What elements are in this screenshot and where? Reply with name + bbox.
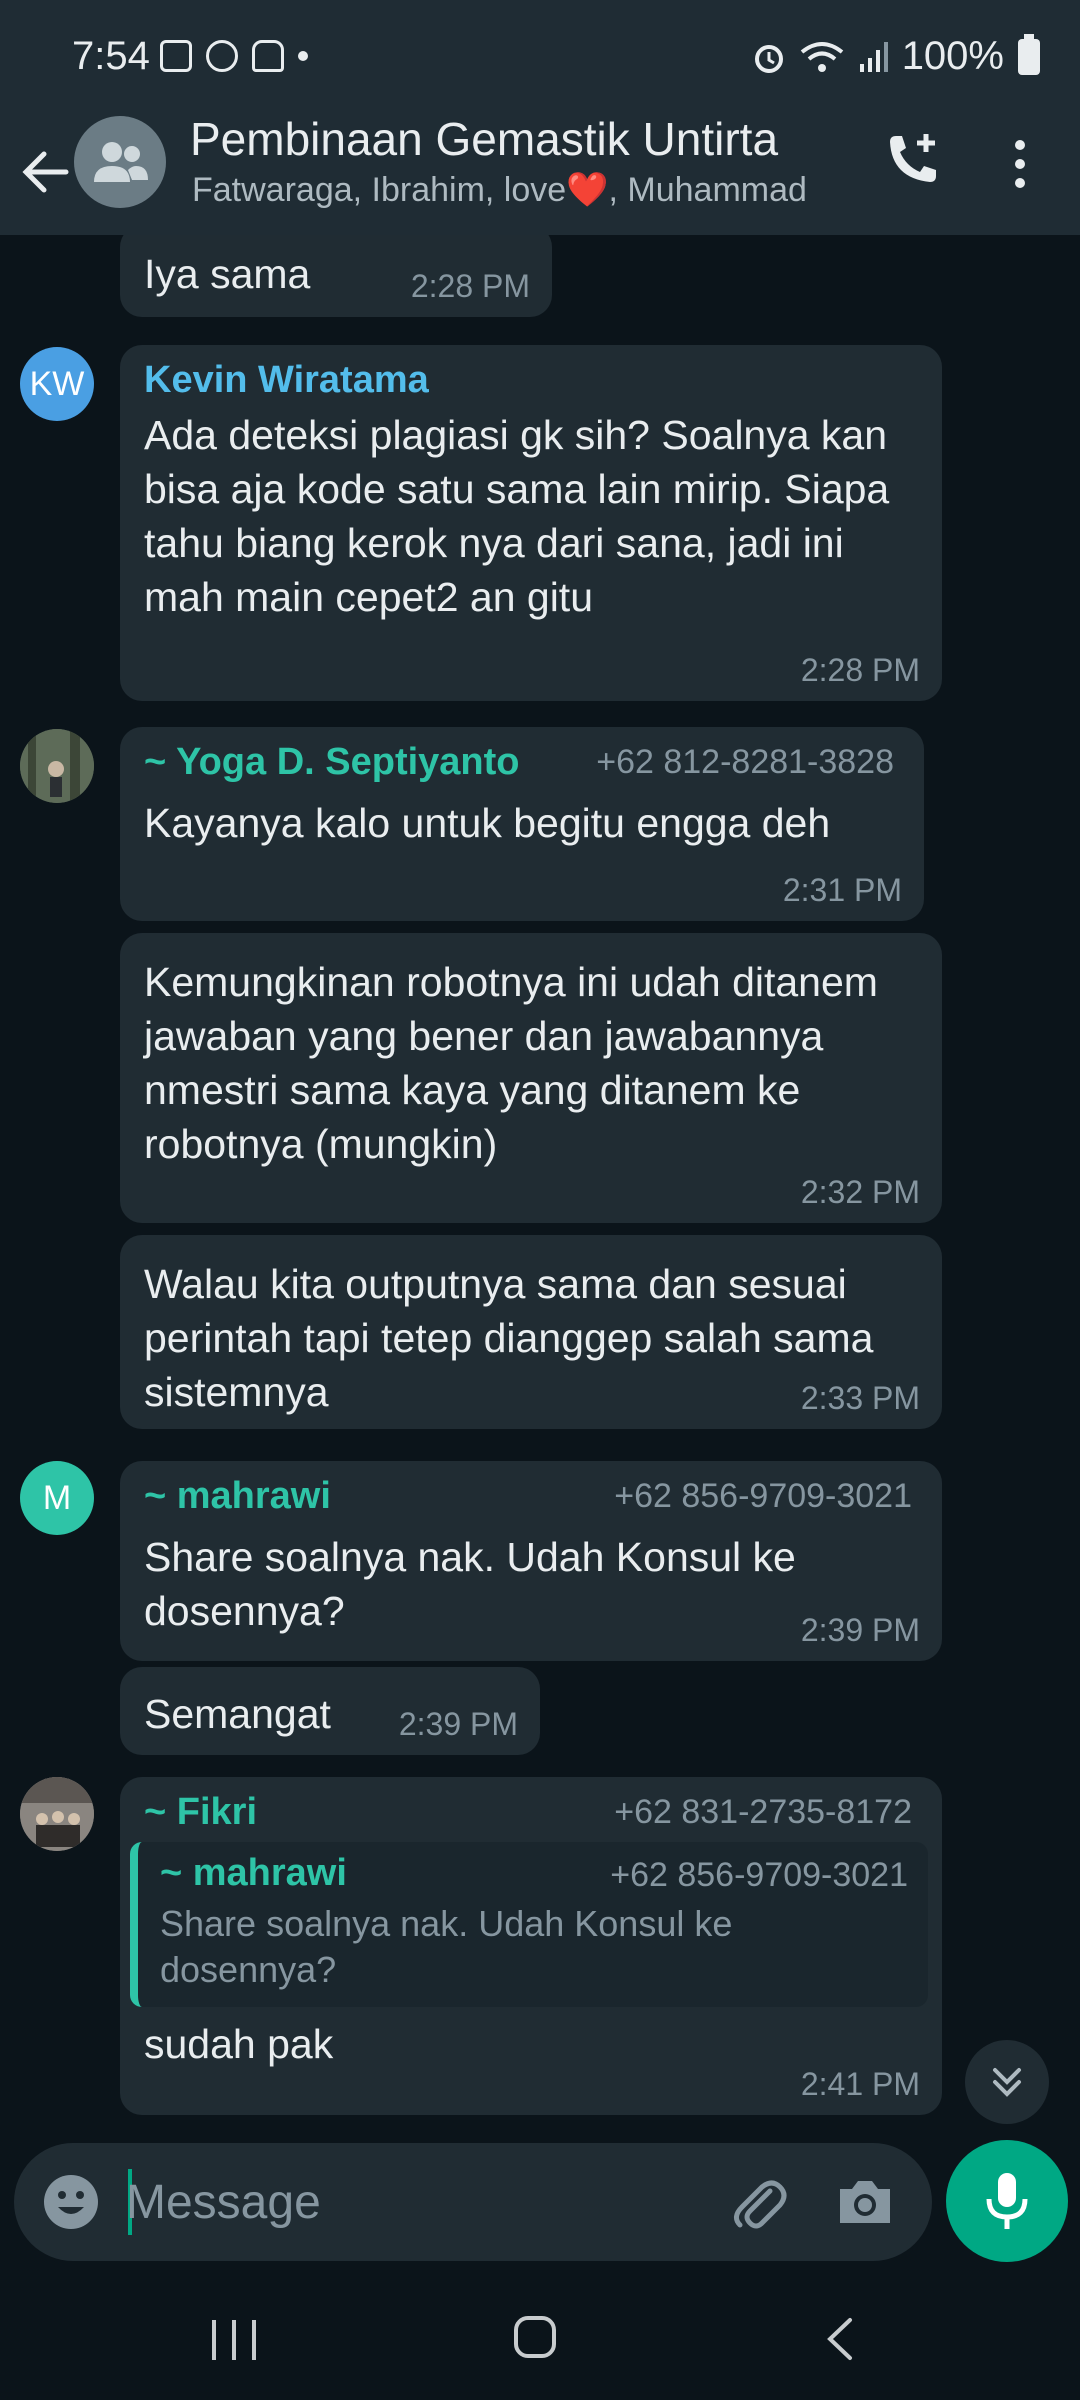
sender-phone: +62 831-2735-8172	[614, 1793, 912, 1831]
message-bubble[interactable]: Semangat 2:39 PM	[120, 1667, 540, 1755]
quoted-message[interactable]: ~ mahrawi +62 856-9709-3021 Share soalny…	[130, 1842, 928, 2007]
alarm-icon	[754, 44, 783, 73]
message-text: Ada deteksi plagiasi gk sih? Soalnya kan…	[144, 412, 901, 620]
signal-icon	[859, 41, 888, 72]
camera-icon[interactable]	[834, 2171, 896, 2233]
profile-photo-icon	[20, 729, 94, 803]
message-input[interactable]	[126, 2161, 686, 2243]
profile-photo-icon	[20, 1777, 94, 1851]
system-navigation-bar	[0, 2280, 1080, 2400]
message-time: 2:33 PM	[800, 1380, 920, 1416]
chat-header: Pembinaan Gemastik Untirta Fatwaraga, Ib…	[0, 110, 1080, 235]
message-bubble[interactable]: Kevin Wiratama Ada deteksi plagiasi gk s…	[120, 345, 942, 701]
status-time: 7:54	[72, 34, 150, 78]
gallery-notification-icon	[160, 40, 192, 72]
quoted-text: Share soalnya nak. Udah Konsul ke dosenn…	[160, 1903, 733, 1990]
message-bubble[interactable]: Walau kita outputnya sama dan sesuai per…	[120, 1235, 942, 1429]
incognito-notification-icon	[252, 40, 284, 72]
message-composer	[14, 2143, 932, 2261]
double-chevron-down-icon	[993, 2068, 1021, 2097]
scroll-to-bottom-button[interactable]	[965, 2040, 1049, 2124]
chat-title[interactable]: Pembinaan Gemastik Untirta	[190, 112, 840, 166]
battery-icon	[1018, 33, 1040, 75]
message-text: Kemungkinan robotnya ini udah ditanem ja…	[144, 959, 890, 1167]
back-icon[interactable]	[820, 2316, 860, 2362]
system-icons: 100%	[752, 33, 1040, 79]
message-bubble[interactable]: Iya sama 2:28 PM	[120, 235, 552, 317]
message-time: 2:28 PM	[410, 268, 530, 304]
chat-participants[interactable]: Fatwaraga, Ibrahim, love❤️, Muhammad	[192, 170, 842, 210]
recent-apps-icon[interactable]	[212, 2320, 256, 2360]
avatar[interactable]	[20, 1777, 94, 1851]
message-list[interactable]: Iya sama 2:28 PM KW Kevin Wiratama Ada d…	[0, 235, 1080, 2125]
sender-name[interactable]: Kevin Wiratama	[144, 359, 918, 402]
group-icon	[94, 142, 148, 182]
mic-icon	[986, 2173, 1028, 2229]
message-time: 2:39 PM	[398, 1706, 518, 1742]
attach-icon[interactable]	[726, 2171, 788, 2233]
message-time: 2:39 PM	[800, 1612, 920, 1648]
home-icon[interactable]	[514, 2316, 556, 2358]
message-time: 2:31 PM	[782, 872, 902, 908]
message-text: Kayanya kalo untuk begitu engga deh	[144, 800, 831, 846]
group-avatar[interactable]	[74, 116, 166, 208]
wifi-icon	[800, 41, 843, 72]
emoji-icon[interactable]	[42, 2173, 100, 2231]
sender-phone: +62 856-9709-3021	[614, 1477, 912, 1515]
avatar[interactable]: KW	[20, 347, 94, 421]
voice-message-button[interactable]	[946, 2140, 1068, 2262]
more-notifications-dot-icon	[298, 51, 308, 61]
message-bubble[interactable]: ~ Fikri +62 831-2735-8172 ~ mahrawi +62 …	[120, 1777, 942, 2115]
message-time: 2:28 PM	[800, 652, 920, 688]
add-call-icon[interactable]	[880, 130, 944, 194]
message-bubble[interactable]: ~ mahrawi +62 856-9709-3021 Share soalny…	[120, 1461, 942, 1661]
sender-phone: +62 812-8281-3828	[596, 743, 894, 781]
battery-percent: 100%	[901, 34, 1004, 78]
avatar[interactable]: M	[20, 1461, 94, 1535]
message-bubble[interactable]: ~ Yoga D. Septiyanto +62 812-8281-3828 K…	[120, 727, 924, 921]
message-time: 2:32 PM	[800, 1174, 920, 1210]
message-bubble[interactable]: Kemungkinan robotnya ini udah ditanem ja…	[120, 933, 942, 1223]
quoted-sender-phone: +62 856-9709-3021	[610, 1856, 908, 1894]
status-bar: 7:54 100%	[0, 0, 1080, 110]
more-options-icon[interactable]	[1000, 132, 1040, 196]
notification-icons	[160, 40, 308, 72]
pinterest-notification-icon	[206, 40, 238, 72]
back-arrow-icon[interactable]	[18, 132, 74, 212]
message-time: 2:41 PM	[800, 2066, 920, 2102]
message-text: sudah pak	[144, 2021, 334, 2067]
avatar[interactable]	[20, 729, 94, 803]
